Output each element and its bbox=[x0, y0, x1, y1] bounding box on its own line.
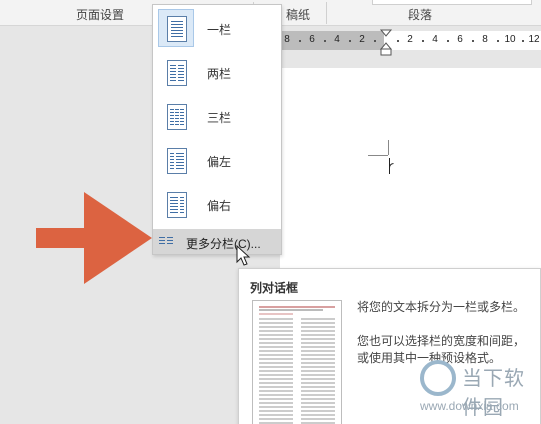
watermark-url: www.downxia.com bbox=[420, 399, 519, 413]
ruler-tick: 2 bbox=[359, 34, 365, 45]
ruler-margin-area bbox=[280, 31, 384, 50]
ribbon-separator bbox=[326, 2, 327, 24]
menu-item-right[interactable]: 偏右 bbox=[153, 183, 281, 227]
ruler-dot bbox=[522, 40, 524, 42]
menu-item-two-columns[interactable]: 两栏 bbox=[153, 51, 281, 95]
ruler-tick: 2 bbox=[407, 34, 413, 45]
more-columns-icon bbox=[159, 236, 173, 247]
ruler-tick: 4 bbox=[334, 34, 340, 45]
indent-marker-icon[interactable] bbox=[379, 28, 393, 58]
ribbon-group-manuscript: 稿纸 bbox=[286, 8, 311, 22]
tooltip-description: 将您的文本拆分为一栏或多栏。 您也可以选择栏的宽度和间距，或使用其中一种预设格式… bbox=[357, 299, 533, 367]
tooltip-title: 列对话框 bbox=[250, 281, 299, 295]
ruler-dot bbox=[397, 40, 399, 42]
menu-item-one-column[interactable]: 一栏 bbox=[153, 7, 281, 51]
three-columns-icon bbox=[158, 97, 194, 135]
ruler-dot bbox=[374, 40, 376, 42]
ruler-dot bbox=[422, 40, 424, 42]
mouse-cursor-icon bbox=[236, 245, 251, 266]
menu-item-label: 偏右 bbox=[207, 199, 232, 213]
ruler-tick: 4 bbox=[432, 34, 438, 45]
ruler-dot bbox=[324, 40, 326, 42]
text-cursor-icon bbox=[389, 158, 394, 174]
ruler-tick: 10 bbox=[504, 34, 516, 45]
menu-item-label: 一栏 bbox=[207, 23, 232, 37]
one-column-icon bbox=[158, 9, 194, 47]
ruler-dot bbox=[472, 40, 474, 42]
ruler-dot bbox=[497, 40, 499, 42]
columns-dropdown: 一栏 两栏 三栏 偏左 偏右 更多分栏(C)... bbox=[152, 4, 282, 255]
right-column-icon bbox=[158, 185, 194, 223]
ruler-tick: 6 bbox=[457, 34, 463, 45]
ruler-dot bbox=[299, 40, 301, 42]
menu-item-three-columns[interactable]: 三栏 bbox=[153, 95, 281, 139]
horizontal-ruler: 8 6 4 2 2 4 6 8 10 12 bbox=[280, 31, 541, 50]
watermark: 当下软件园 www.downxia.com bbox=[420, 358, 541, 424]
tooltip-text-1: 将您的文本拆分为一栏或多栏。 bbox=[357, 300, 526, 314]
ribbon-group-paragraph: 段落 bbox=[408, 8, 433, 22]
ruler-tick: 8 bbox=[284, 34, 290, 45]
watermark-logo-icon bbox=[420, 360, 456, 396]
ruler-tick: 12 bbox=[528, 34, 540, 45]
menu-item-label: 三栏 bbox=[207, 111, 232, 125]
menu-item-label: 两栏 bbox=[207, 67, 232, 81]
menu-item-label: 偏左 bbox=[207, 155, 232, 169]
menu-item-left[interactable]: 偏左 bbox=[153, 139, 281, 183]
ruler-tick: 8 bbox=[482, 34, 488, 45]
two-column-preview-icon bbox=[252, 300, 342, 424]
ruler-dot bbox=[447, 40, 449, 42]
ruler-dot bbox=[349, 40, 351, 42]
ruler-tick: 6 bbox=[309, 34, 315, 45]
two-columns-icon bbox=[158, 53, 194, 91]
more-columns-button[interactable]: 更多分栏(C)... bbox=[153, 229, 281, 254]
left-column-icon bbox=[158, 141, 194, 179]
ribbon-group-page-setup: 页面设置 bbox=[76, 8, 125, 22]
ribbon-control-fragment[interactable] bbox=[372, 0, 532, 5]
arrow-pointer-icon bbox=[36, 192, 152, 284]
